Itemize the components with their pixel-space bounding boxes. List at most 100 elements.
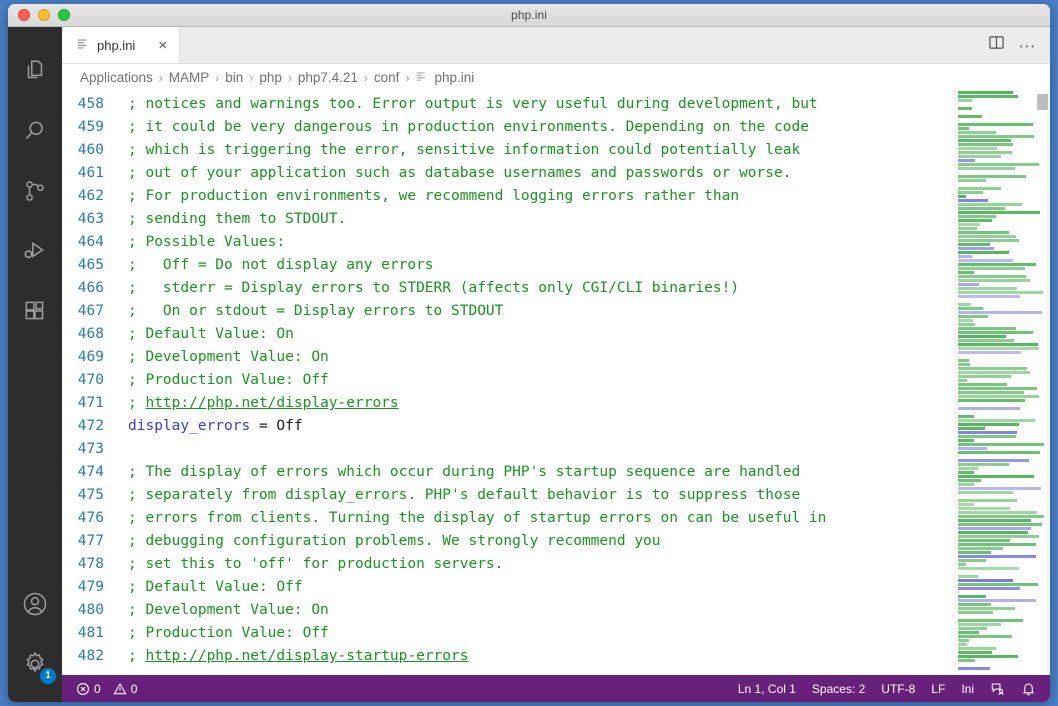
code-text[interactable]: ; errors from clients. Turning the displ… xyxy=(116,507,826,530)
source-control-icon[interactable] xyxy=(8,161,62,221)
minimap-line xyxy=(958,283,979,286)
code-line[interactable]: 479 ; Default Value: Off xyxy=(62,576,955,599)
code-line[interactable]: 481 ; Production Value: Off xyxy=(62,622,955,645)
more-actions-icon[interactable]: ∙∙∙ xyxy=(1019,37,1036,54)
code-line[interactable]: 477 ; debugging configuration problems. W… xyxy=(62,530,955,553)
extensions-icon[interactable] xyxy=(8,281,62,341)
code-text[interactable]: ; sending them to STDOUT. xyxy=(116,208,346,231)
code-text[interactable]: ; out of your application such as databa… xyxy=(116,162,791,185)
code-line[interactable]: 471; http://php.net/display-errors xyxy=(62,392,955,415)
code-line[interactable]: 476 ; errors from clients. Turning the di… xyxy=(62,507,955,530)
editor-scrollbar[interactable] xyxy=(1036,91,1050,675)
code-text[interactable]: ; The display of errors which occur duri… xyxy=(116,461,800,484)
search-icon[interactable] xyxy=(8,101,62,161)
breadcrumb: Applications › MAMP › bin › php › php7.4… xyxy=(62,64,1050,91)
code-text[interactable]: display_errors = Off xyxy=(116,415,303,438)
split-editor-icon[interactable] xyxy=(988,34,1005,56)
run-and-debug-icon[interactable] xyxy=(8,221,62,281)
code-text[interactable]: ; On or stdout = Display errors to STDOU… xyxy=(116,300,503,323)
status-eol[interactable]: LF xyxy=(923,675,953,702)
settings-gear-icon[interactable]: 1 xyxy=(8,634,62,694)
code-line[interactable]: 461 ; out of your application such as dat… xyxy=(62,162,955,185)
code-text[interactable]: ; http://php.net/display-startup-errors xyxy=(116,645,468,668)
code-text[interactable]: ; Possible Values: xyxy=(116,231,285,254)
code-text[interactable] xyxy=(116,438,128,461)
code-line[interactable]: 469 ; Development Value: On xyxy=(62,346,955,369)
minimap-line xyxy=(958,639,969,642)
code-line[interactable]: 474 ; The display of errors which occur d… xyxy=(62,461,955,484)
breadcrumb-item-bin[interactable]: bin xyxy=(225,70,243,85)
code-text[interactable]: ; stderr = Display errors to STDERR (aff… xyxy=(116,277,739,300)
code-line[interactable]: 470 ; Production Value: Off xyxy=(62,369,955,392)
code-line[interactable]: 467 ; On or stdout = Display errors to ST… xyxy=(62,300,955,323)
code-line[interactable]: 478 ; set this to 'off' for production se… xyxy=(62,553,955,576)
code-link[interactable]: http://php.net/display-startup-errors xyxy=(145,648,468,664)
breadcrumb-item-conf[interactable]: conf xyxy=(374,70,400,85)
ini-file-icon xyxy=(76,37,90,54)
code-text[interactable]: ; Production Value: Off xyxy=(116,369,329,392)
breadcrumb-item-php[interactable]: php xyxy=(259,70,282,85)
code-text[interactable]: ; Default Value: Off xyxy=(116,576,303,599)
minimap-line xyxy=(958,163,1039,166)
minimap-line xyxy=(958,391,1024,394)
error-count: 0 xyxy=(94,681,101,696)
explorer-icon[interactable] xyxy=(8,41,62,101)
bell-icon[interactable] xyxy=(1013,675,1044,702)
status-language-mode[interactable]: Ini xyxy=(953,675,982,702)
tab-close-icon[interactable]: × xyxy=(158,38,167,53)
breadcrumb-item-mamp[interactable]: MAMP xyxy=(169,70,210,85)
code-line[interactable]: 464 ; Possible Values: xyxy=(62,231,955,254)
status-cursor-position[interactable]: Ln 1, Col 1 xyxy=(730,675,804,702)
minimap-line xyxy=(958,215,997,218)
code-text[interactable]: ; which is triggering the error, sensiti… xyxy=(116,139,800,162)
breadcrumb-item-applications[interactable]: Applications xyxy=(80,70,153,85)
code-text[interactable]: ; it could be very dangerous in producti… xyxy=(116,116,809,139)
code-line[interactable]: 465 ; Off = Do not display any errors xyxy=(62,254,955,277)
code-line[interactable]: 458 ; notices and warnings too. Error out… xyxy=(62,93,955,116)
code-line[interactable]: 463 ; sending them to STDOUT. xyxy=(62,208,955,231)
minimap-line xyxy=(958,319,973,322)
code-text[interactable]: ; http://php.net/display-errors xyxy=(116,392,399,415)
code-text[interactable]: ; Development Value: On xyxy=(116,599,329,622)
minimap-line xyxy=(958,267,1025,270)
tab-php-ini[interactable]: php.ini × xyxy=(62,27,181,63)
code-text[interactable]: ; separately from display_errors. PHP's … xyxy=(116,484,800,507)
minimap-line xyxy=(958,383,1008,386)
code-line[interactable]: 480 ; Development Value: On xyxy=(62,599,955,622)
code-text[interactable]: ; debugging configuration problems. We s… xyxy=(116,530,661,553)
code-text[interactable]: ; Production Value: Off xyxy=(116,622,329,645)
feedback-smiley-icon[interactable] xyxy=(982,675,1013,702)
code-text[interactable]: ; notices and warnings too. Error output… xyxy=(116,93,818,116)
minimap-line xyxy=(958,439,975,442)
breadcrumb-item-php7421[interactable]: php7.4.21 xyxy=(298,70,358,85)
breadcrumb-item-file[interactable]: php.ini xyxy=(415,70,474,86)
code-text[interactable]: ; Off = Do not display any errors xyxy=(116,254,434,277)
minimap-line xyxy=(958,199,988,202)
code-text[interactable]: ; Development Value: On xyxy=(116,346,329,369)
chevron-right-icon: › xyxy=(215,70,220,85)
code-line[interactable]: 459 ; it could be very dangerous in produ… xyxy=(62,116,955,139)
code-token: ; stderr = Display errors to STDERR (aff… xyxy=(128,280,740,296)
code-text[interactable]: ; set this to 'off' for production serve… xyxy=(116,553,503,576)
code-line[interactable]: 462 ; For production environments, we rec… xyxy=(62,185,955,208)
scrollbar-thumb[interactable] xyxy=(1037,94,1048,110)
code-link[interactable]: http://php.net/display-errors xyxy=(145,395,398,411)
minimap[interactable] xyxy=(955,91,1050,675)
code-line[interactable]: 475 ; separately from display_errors. PHP… xyxy=(62,484,955,507)
code-line[interactable]: 482; http://php.net/display-startup-erro… xyxy=(62,645,955,668)
minimap-line xyxy=(958,619,1024,622)
code-line[interactable]: 473 xyxy=(62,438,955,461)
code-line[interactable]: 460 ; which is triggering the error, sens… xyxy=(62,139,955,162)
code-text[interactable]: ; For production environments, we recomm… xyxy=(116,185,739,208)
status-indentation[interactable]: Spaces: 2 xyxy=(804,675,873,702)
code-line[interactable]: 466 ; stderr = Display errors to STDERR (… xyxy=(62,277,955,300)
code-token: ; debugging configuration problems. We s… xyxy=(128,533,661,549)
minimap-line xyxy=(958,311,1043,314)
code-line[interactable]: 468 ; Default Value: On xyxy=(62,323,955,346)
status-encoding[interactable]: UTF-8 xyxy=(873,675,923,702)
account-icon[interactable] xyxy=(8,574,62,634)
code-text[interactable]: ; Default Value: On xyxy=(116,323,294,346)
status-problems[interactable]: 0 0 xyxy=(68,675,145,702)
code-editor[interactable]: 458 ; notices and warnings too. Error out… xyxy=(62,91,955,675)
code-line[interactable]: 472 display_errors = Off xyxy=(62,415,955,438)
